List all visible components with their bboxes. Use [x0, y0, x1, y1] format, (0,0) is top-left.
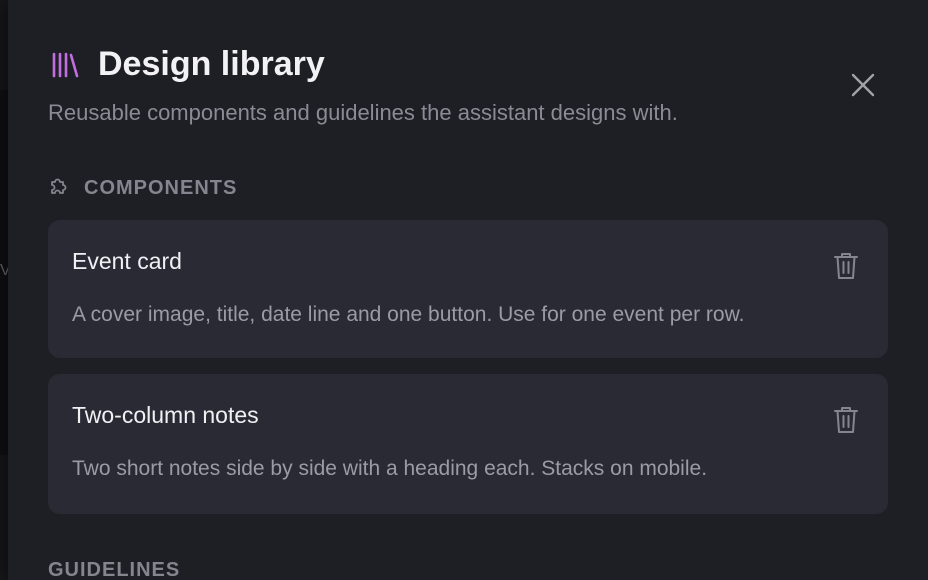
component-card-description: A cover image, title, date line and one …	[72, 303, 745, 326]
delete-component-button[interactable]	[832, 250, 860, 282]
component-card-title: Two-column notes	[72, 402, 259, 428]
panel-subtitle: Reusable components and guidelines the a…	[48, 100, 678, 125]
component-card-description: Two short notes side by side with a head…	[72, 457, 708, 480]
puzzle-icon	[48, 176, 72, 200]
close-button[interactable]	[844, 66, 882, 104]
delete-component-button[interactable]	[832, 404, 860, 436]
components-section-label: COMPONENTS	[84, 176, 238, 199]
library-books-icon	[50, 50, 80, 80]
component-card-title: Event card	[72, 248, 182, 274]
trash-icon	[833, 405, 859, 435]
component-card[interactable]: Two-column notes Two short notes side by…	[48, 374, 888, 514]
component-card[interactable]: Event card A cover image, title, date li…	[48, 220, 888, 358]
guidelines-section-heading: GUIDELINES	[48, 555, 180, 580]
components-section-heading: COMPONENTS	[48, 173, 237, 203]
trash-icon	[833, 251, 859, 281]
panel-title: Design library	[98, 45, 325, 83]
backdrop-partial-text: V	[0, 262, 8, 279]
design-library-panel: Design library Reusable components and g…	[8, 0, 928, 580]
guidelines-section-label: GUIDELINES	[48, 558, 181, 580]
close-icon	[850, 72, 876, 98]
